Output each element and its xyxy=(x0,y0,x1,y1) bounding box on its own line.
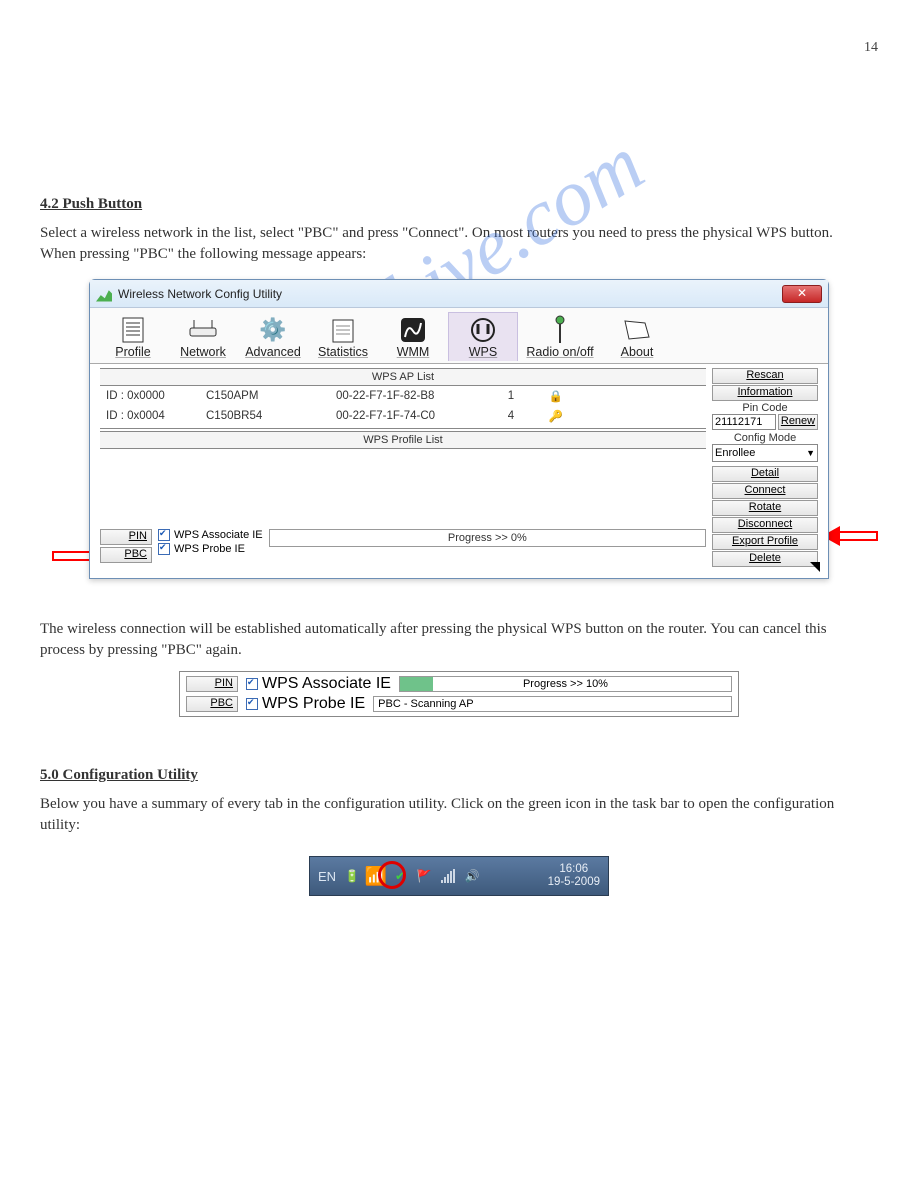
config-mode-value: Enrollee xyxy=(715,447,755,459)
page-number: 14 xyxy=(40,40,878,56)
rescan-button[interactable]: Rescan xyxy=(712,368,818,384)
tab-radio[interactable]: Radio on/off xyxy=(518,313,602,361)
ap-channel: 4 xyxy=(486,410,536,422)
gear-icon: ⚙️ xyxy=(259,317,286,343)
wps-associate-label: WPS Associate IE xyxy=(174,529,263,541)
paper-icon xyxy=(623,319,651,341)
connect-button[interactable]: Connect xyxy=(712,483,818,499)
snippet-probe-checkbox[interactable]: WPS Probe IE xyxy=(246,695,365,713)
detail-button[interactable]: Detail xyxy=(712,466,818,482)
wps-icon xyxy=(470,317,496,343)
tab-wps[interactable]: WPS xyxy=(448,312,518,361)
delete-button[interactable]: Delete xyxy=(712,551,818,567)
ap-row[interactable]: ID : 0x0004 C150BR54 00-22-F7-1F-74-C0 4… xyxy=(100,406,706,426)
section-heading: 4.2 Push Button xyxy=(40,196,878,213)
antenna-icon xyxy=(551,315,569,345)
tab-about[interactable]: About xyxy=(602,313,672,361)
toolbar: Profile Network ⚙️ Advanced Statistics W… xyxy=(90,308,828,364)
tab-radio-label: Radio on/off xyxy=(522,345,598,359)
ap-id: ID : 0x0000 xyxy=(106,390,206,402)
system-tray: EN 🔋 📶 ✔ 🚩 🔊 16:06 19-5-2009 xyxy=(309,856,609,896)
tab-wmm[interactable]: WMM xyxy=(378,313,448,361)
information-button[interactable]: Information xyxy=(712,385,818,401)
close-button[interactable] xyxy=(782,285,822,303)
config-mode-select[interactable]: Enrollee ▼ xyxy=(712,444,818,462)
ap-id: ID : 0x0004 xyxy=(106,410,206,422)
profile-icon xyxy=(122,317,144,343)
tab-wps-label: WPS xyxy=(453,345,513,359)
progress-label: Progress >> 0% xyxy=(448,532,527,544)
ap-ssid: C150APM xyxy=(206,390,336,402)
wps-associate-checkbox[interactable]: WPS Associate IE xyxy=(158,529,263,541)
clock[interactable]: 16:06 19-5-2009 xyxy=(548,863,600,889)
pin-button[interactable]: PIN xyxy=(100,529,152,545)
wps-probe-label: WPS Probe IE xyxy=(174,543,245,555)
disconnect-button[interactable]: Disconnect xyxy=(712,517,818,533)
expand-triangle-icon[interactable] xyxy=(810,562,820,572)
snippet-progress-label: Progress >> 10% xyxy=(523,678,608,690)
tab-advanced[interactable]: ⚙️ Advanced xyxy=(238,313,308,361)
app-icon xyxy=(96,286,112,302)
pbc-button[interactable]: PBC xyxy=(100,547,152,563)
flag-blocked-icon[interactable]: 🚩 xyxy=(416,868,432,884)
tab-statistics[interactable]: Statistics xyxy=(308,313,378,361)
snippet-progress-bar: Progress >> 10% xyxy=(399,676,732,692)
tab-wmm-label: WMM xyxy=(382,345,444,359)
ap-channel: 1 xyxy=(486,390,536,402)
tab-network-label: Network xyxy=(172,345,234,359)
clock-date: 19-5-2009 xyxy=(548,876,600,889)
rotate-button[interactable]: Rotate xyxy=(712,500,818,516)
tab-about-label: About xyxy=(606,345,668,359)
notepad-icon xyxy=(332,317,354,343)
renew-button[interactable]: Renew xyxy=(778,414,818,430)
tab-statistics-label: Statistics xyxy=(312,345,374,359)
progress-bar: Progress >> 0% xyxy=(269,529,706,547)
snippet-probe-label: WPS Probe IE xyxy=(262,695,365,713)
config-mode-label: Config Mode xyxy=(712,432,818,444)
highlight-circle xyxy=(378,861,406,889)
wireless-utility-window: Wireless Network Config Utility Profile … xyxy=(89,279,829,579)
ap-mac: 00-22-F7-1F-74-C0 xyxy=(336,410,486,422)
ap-row[interactable]: ID : 0x0000 C150APM 00-22-F7-1F-82-B8 1 … xyxy=(100,386,706,406)
tab-profile[interactable]: Profile xyxy=(98,313,168,361)
pin-code-label: Pin Code xyxy=(712,402,818,414)
router-icon xyxy=(188,320,218,340)
pin-code-input[interactable]: 21112171 xyxy=(712,414,776,430)
ap-mac: 00-22-F7-1F-82-B8 xyxy=(336,390,486,402)
ap-ssid: C150BR54 xyxy=(206,410,336,422)
intro-paragraph-1: Select a wireless network in the list, s… xyxy=(40,223,840,265)
key-icon: 🔑 xyxy=(536,409,576,423)
window-title: Wireless Network Config Utility xyxy=(118,287,282,301)
volume-icon[interactable]: 🔊 xyxy=(464,868,480,884)
intro-paragraph-3: Below you have a summary of every tab in… xyxy=(40,794,840,836)
progress-snippet: PIN WPS Associate IE Progress >> 10% PBC… xyxy=(179,671,739,717)
chevron-down-icon: ▼ xyxy=(806,448,815,458)
language-indicator[interactable]: EN xyxy=(318,869,336,884)
titlebar: Wireless Network Config Utility xyxy=(90,280,828,308)
snippet-associate-label: WPS Associate IE xyxy=(262,675,391,693)
snippet-status: PBC - Scanning AP xyxy=(373,696,732,712)
export-profile-button[interactable]: Export Profile xyxy=(712,534,818,550)
clock-time: 16:06 xyxy=(548,863,600,876)
wmm-icon xyxy=(400,317,426,343)
tab-profile-label: Profile xyxy=(102,345,164,359)
tab-advanced-label: Advanced xyxy=(242,345,304,359)
tab-network[interactable]: Network xyxy=(168,313,238,361)
section-5-heading: 5.0 Configuration Utility xyxy=(40,767,878,784)
ap-list-header: WPS AP List xyxy=(100,368,706,386)
battery-icon[interactable]: 🔋 xyxy=(344,868,360,884)
snippet-pin-button[interactable]: PIN xyxy=(186,676,238,692)
intro-paragraph-2: The wireless connection will be establis… xyxy=(40,619,840,661)
snippet-pbc-button[interactable]: PBC xyxy=(186,696,238,712)
signal-icon[interactable] xyxy=(440,868,456,884)
wps-probe-checkbox[interactable]: WPS Probe IE xyxy=(158,543,263,555)
snippet-associate-checkbox[interactable]: WPS Associate IE xyxy=(246,675,391,693)
lock-icon: 🔒 xyxy=(536,389,576,403)
profile-list-header: WPS Profile List xyxy=(100,431,706,449)
